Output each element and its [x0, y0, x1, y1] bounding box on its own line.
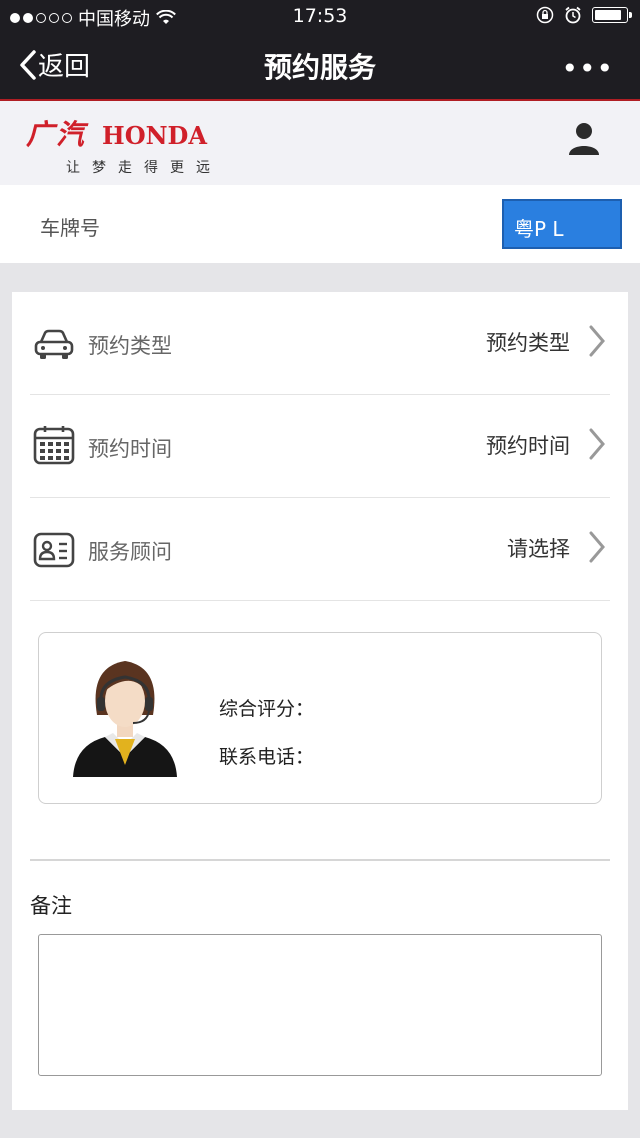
logo-chinese: 广汽	[26, 118, 87, 151]
advisor-avatar	[73, 661, 177, 777]
id-card-icon	[33, 532, 75, 568]
appointment-time-label: 预约时间	[88, 437, 172, 461]
advisor-rating-label: 综合评分：	[219, 698, 315, 720]
brand-header: 广汽 HONDA 让梦走得更远	[0, 101, 640, 185]
brand-logo: 广汽 HONDA 让梦走得更远	[26, 113, 222, 177]
battery-icon	[592, 7, 632, 23]
plate-number-value: 粤P L	[514, 217, 564, 241]
logo-english: HONDA	[102, 121, 207, 150]
service-advisor-label: 服务顾问	[88, 540, 172, 564]
page-title: 预约服务	[263, 51, 376, 84]
plate-number-button[interactable]: 粤P L	[502, 199, 622, 263]
notes-label: 备注	[30, 894, 72, 918]
appointment-time-row[interactable]: 预约时间 预约时间	[30, 395, 610, 498]
user-icon[interactable]	[568, 121, 600, 157]
brand-slogan: 让梦走得更远	[66, 160, 222, 176]
chevron-right-icon	[589, 428, 605, 460]
status-bar: 中国移动 17:53	[0, 0, 640, 32]
car-icon	[34, 329, 74, 359]
chevron-right-icon	[589, 531, 605, 563]
plate-number-row: 车牌号 粤P L	[0, 185, 640, 263]
chevron-right-icon	[589, 325, 605, 357]
appointment-type-label: 预约类型	[88, 334, 172, 358]
more-button[interactable]: •••	[561, 52, 614, 85]
alarm-icon	[565, 6, 581, 24]
advisor-phone-label: 联系电话：	[219, 746, 315, 768]
appointment-type-row[interactable]: 预约类型 预约类型	[30, 292, 610, 395]
appointment-type-value: 预约类型	[486, 331, 570, 355]
section-divider	[30, 859, 610, 861]
plate-number-redacted	[518, 248, 576, 263]
service-advisor-row[interactable]: 服务顾问 请选择	[30, 498, 610, 601]
battery-level	[595, 10, 622, 20]
orientation-lock-icon	[536, 6, 554, 24]
service-advisor-value: 请选择	[507, 537, 570, 561]
notes-textarea[interactable]	[38, 934, 602, 1076]
appointment-form: 预约类型 预约类型 预约时间 预约时间 服务顾问 请选择 综合评分： 联系电话：…	[12, 292, 628, 1110]
navigation-bar: 返回 预约服务 •••	[0, 32, 640, 100]
appointment-time-value: 预约时间	[486, 434, 570, 458]
plate-number-label: 车牌号	[40, 216, 100, 240]
calendar-icon	[33, 426, 75, 465]
advisor-card: 综合评分： 联系电话：	[38, 632, 602, 804]
